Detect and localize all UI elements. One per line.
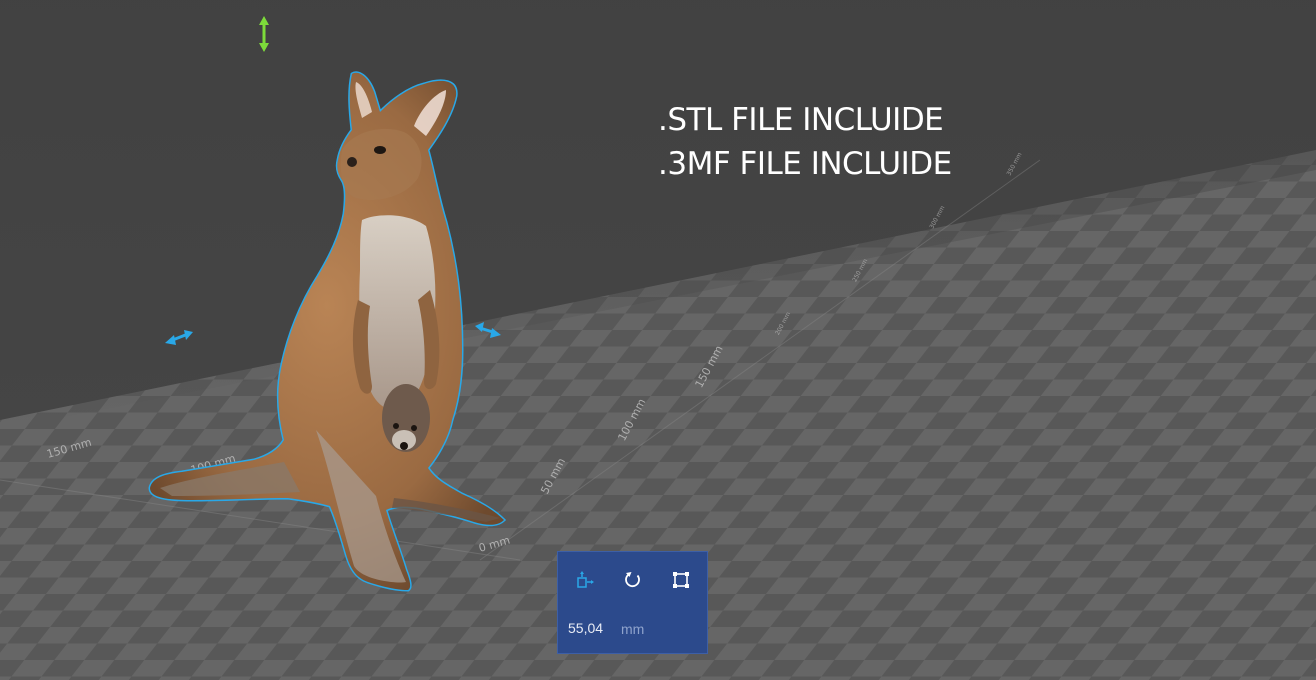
rotate-icon [625, 572, 640, 588]
file-included-3mf-text: .3MF FILE INCLUIDE [658, 146, 952, 182]
rotate-tool-button[interactable] [619, 566, 647, 594]
scale-tool-button[interactable] [667, 566, 695, 594]
move-tool-button[interactable] [571, 566, 599, 594]
size-value-input[interactable] [568, 620, 612, 636]
size-unit-label: mm [621, 621, 645, 637]
file-included-stl-text: .STL FILE INCLUIDE [658, 102, 944, 138]
scale-icon [673, 572, 689, 588]
move-icon [577, 571, 594, 588]
3d-viewport[interactable]: 150 mm100 mm50 mm0 mm 50 mm100 mm150 mm2… [0, 0, 1316, 680]
transform-toolbox: mm [557, 551, 708, 654]
